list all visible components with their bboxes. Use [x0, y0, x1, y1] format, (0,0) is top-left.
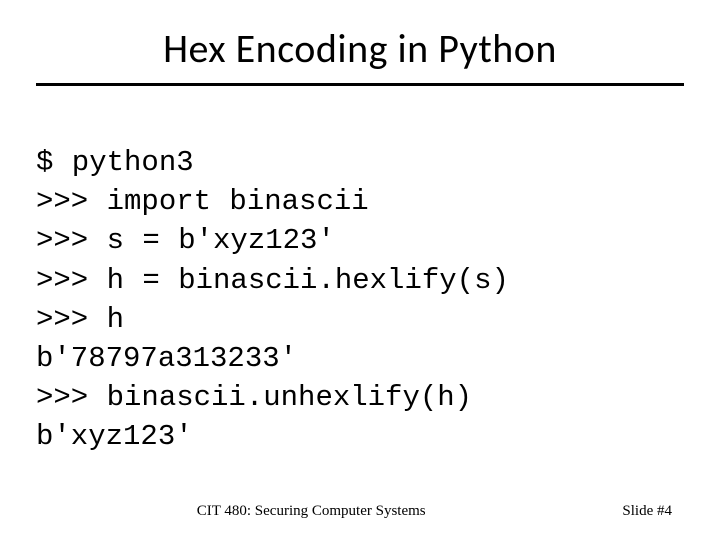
- footer-slide-number: Slide #4: [622, 503, 672, 520]
- slide-title: Hex Encoding in Python: [36, 24, 684, 83]
- code-line: b'78797a313233': [36, 342, 297, 375]
- code-line: $ python3: [36, 146, 194, 179]
- code-line: >>> s = b'xyz123': [36, 224, 335, 257]
- title-rule: [36, 83, 684, 86]
- footer: CIT 480: Securing Computer Systems Slide…: [0, 503, 720, 520]
- code-block: $ python3 >>> import binascii >>> s = b'…: [36, 104, 684, 456]
- code-line: >>> binascii.unhexlify(h): [36, 381, 472, 414]
- code-line: >>> h = binascii.hexlify(s): [36, 264, 509, 297]
- code-line: b'xyz123': [36, 420, 193, 453]
- code-line: >>> import binascii: [36, 185, 369, 218]
- slide: Hex Encoding in Python $ python3 >>> imp…: [0, 0, 720, 540]
- footer-course: CIT 480: Securing Computer Systems: [0, 503, 622, 520]
- code-line: >>> h: [36, 303, 124, 336]
